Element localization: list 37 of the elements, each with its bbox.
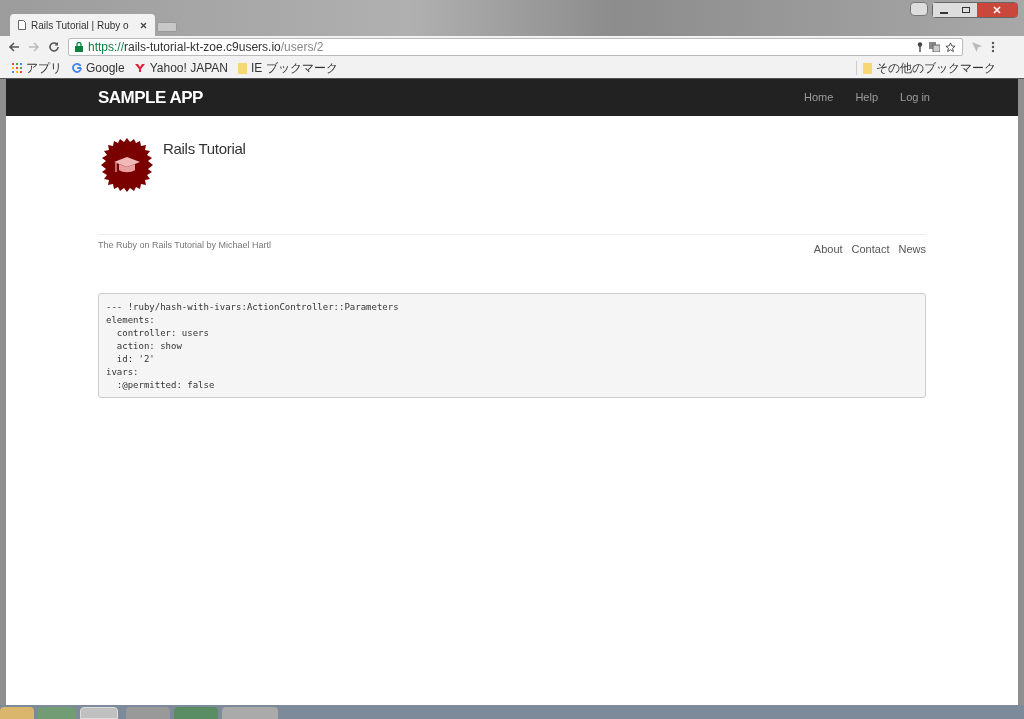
bookmark-item[interactable]: IE ブックマーク bbox=[237, 59, 338, 77]
profile-button[interactable] bbox=[910, 2, 928, 16]
page-icon bbox=[18, 20, 26, 30]
menu-icon[interactable] bbox=[991, 41, 995, 53]
site-logo[interactable]: SAMPLE APP bbox=[98, 84, 203, 111]
nav-link[interactable]: Help bbox=[855, 89, 878, 106]
address-bar[interactable]: https://rails-tutorial-kt-zoe.c9users.io/users/2 bbox=[68, 38, 963, 56]
translate-icon[interactable] bbox=[929, 42, 940, 52]
footer-link[interactable]: News bbox=[898, 241, 926, 258]
key-icon[interactable] bbox=[916, 42, 924, 52]
bookmark-item[interactable]: その他のブックマーク bbox=[863, 59, 1012, 77]
google-icon bbox=[72, 63, 82, 73]
star-icon[interactable] bbox=[945, 41, 956, 53]
bookmark-item[interactable]: Yahoo! JAPAN bbox=[134, 59, 228, 77]
bookmark-item[interactable]: アプリ bbox=[12, 59, 62, 77]
back-icon[interactable] bbox=[8, 41, 20, 53]
maximize-button[interactable] bbox=[955, 3, 977, 17]
yahoo-icon bbox=[134, 64, 146, 72]
folder-icon bbox=[863, 62, 872, 74]
url-text: https://rails-tutorial-kt-zoe.c9users.io/users/2 bbox=[88, 41, 324, 53]
nav-link[interactable]: Home bbox=[804, 89, 834, 106]
nav-link[interactable]: Log in bbox=[900, 89, 930, 106]
close-icon[interactable] bbox=[140, 21, 147, 29]
bookmark-item[interactable]: Google bbox=[72, 59, 125, 77]
footer-link[interactable]: About bbox=[813, 241, 843, 258]
close-icon bbox=[993, 6, 1001, 14]
user-name: Rails Tutorial bbox=[163, 141, 246, 159]
folder-icon bbox=[237, 62, 247, 74]
close-button[interactable] bbox=[977, 3, 1017, 17]
footer-credit: The Ruby on Rails Tutorial by Michael Hartl bbox=[98, 239, 272, 252]
debug-output: --- !ruby/hash-with-ivars:ActionController::Parameters elements: controller: users action: show id: '2' ivars: :@permitted: false bbox=[98, 293, 926, 398]
avatar-icon bbox=[100, 138, 154, 192]
minimize-button[interactable] bbox=[933, 3, 955, 17]
browser-tab[interactable]: Rails Tutorial | Ruby o bbox=[10, 14, 155, 36]
apps-icon bbox=[12, 63, 22, 73]
footer-link[interactable]: Contact bbox=[851, 241, 890, 258]
reload-icon[interactable] bbox=[48, 41, 60, 53]
